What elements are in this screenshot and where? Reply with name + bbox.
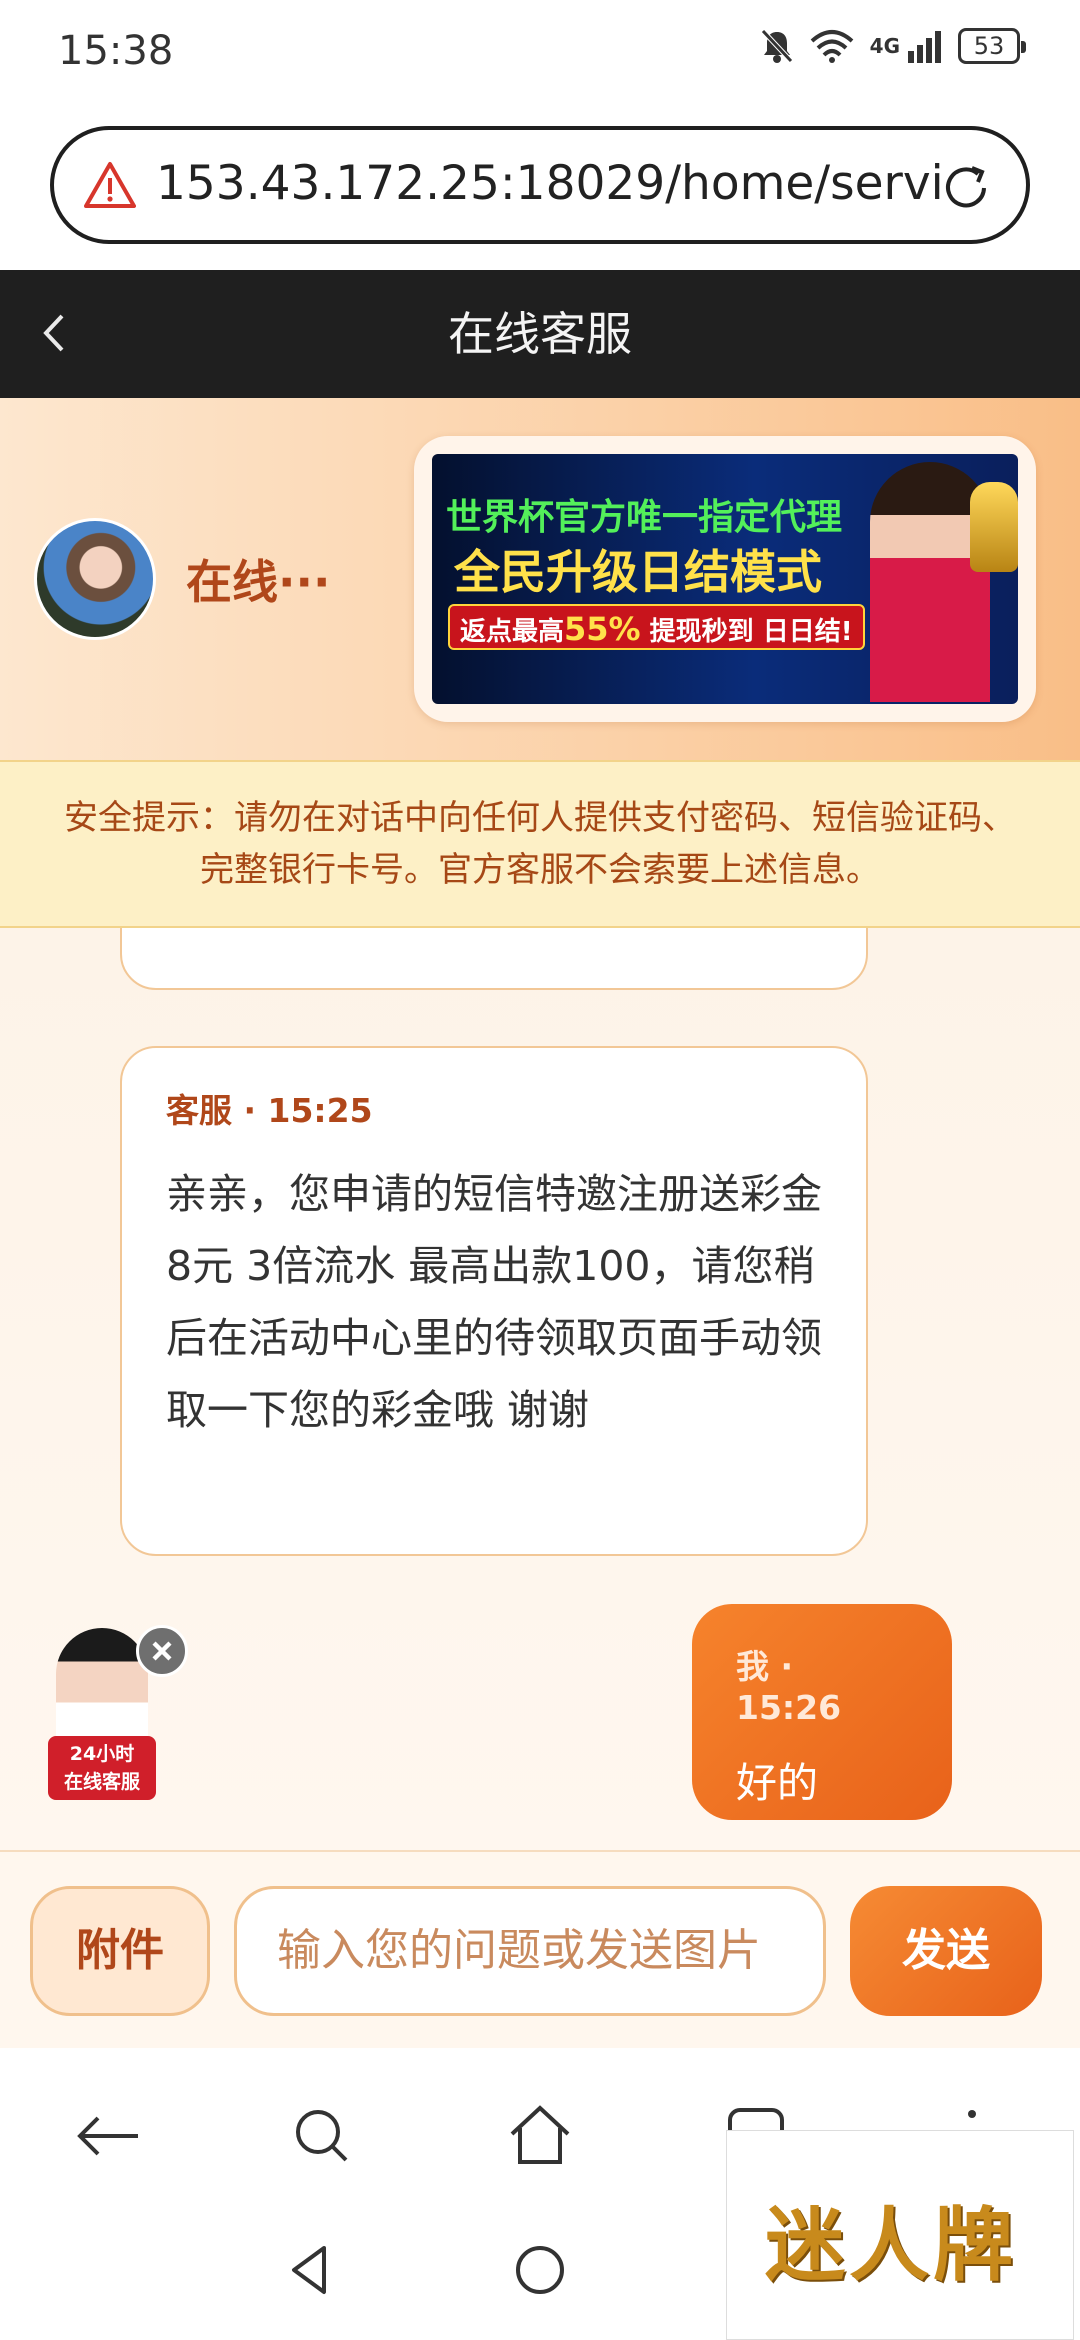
cs-widget-label[interactable]: 24小时 在线客服 xyxy=(48,1736,156,1800)
address-bar[interactable]: 153.43.172.25:18029/home/servic xyxy=(50,126,1030,244)
close-icon[interactable] xyxy=(136,1625,188,1677)
url-text[interactable]: 153.43.172.25:18029/home/servic xyxy=(156,156,946,211)
watermark-text: 迷人牌 xyxy=(765,2199,1017,2292)
warning-icon[interactable] xyxy=(84,160,136,212)
input-bar: 附件 输入您的问题或发送图片 发送 xyxy=(0,1850,1080,2048)
home-icon[interactable] xyxy=(500,2096,580,2176)
agent-avatar xyxy=(34,518,156,640)
battery-indicator: 53 xyxy=(958,28,1026,64)
bell-muted-icon xyxy=(760,29,793,63)
message-meta: 客服 · 15:25 xyxy=(166,1091,373,1130)
message-input[interactable]: 输入您的问题或发送图片 xyxy=(234,1886,826,2016)
arrow-left-icon[interactable] xyxy=(68,2096,148,2176)
cs-label-line2: 在线客服 xyxy=(63,1771,140,1793)
agent-message-bubble: 客服 · 15:25 亲亲，您申请的短信特邀注册送彩金8元 3倍流水 最高出款1… xyxy=(120,1046,868,1556)
message-meta: 我 · 15:26 xyxy=(736,1647,842,1727)
promo-line1: 世界杯官方唯一指定代理 xyxy=(446,497,843,538)
promo-line3-highlight: 55% xyxy=(564,610,641,648)
message-text: 亲亲，您申请的短信特邀注册送彩金8元 3倍流水 最高出款100，请您稍后在活动中… xyxy=(166,1170,822,1434)
circle-home-icon[interactable] xyxy=(510,2240,570,2300)
triangle-back-icon[interactable] xyxy=(280,2240,340,2300)
promo-line3-prefix: 返点最高 xyxy=(460,617,565,647)
promo-line3-suffix: 提现秒到 日日结! xyxy=(640,617,853,647)
safety-notice: 安全提示：请勿在对话中向任何人提供支付密码、短信验证码、完整银行卡号。官方客服不… xyxy=(0,760,1080,928)
promo-card[interactable]: 世界杯官方唯一指定代理 全民升级日结模式 返点最高55% 提现秒到 日日结! xyxy=(414,436,1036,722)
reload-icon[interactable] xyxy=(936,158,996,218)
promo-line2: 全民升级日结模式 xyxy=(454,545,822,599)
trophy-icon xyxy=(970,482,1018,572)
network-type: 4G xyxy=(869,34,900,58)
cs-agent-avatar[interactable] xyxy=(56,1628,148,1748)
page-title: 在线客服 xyxy=(448,307,632,361)
my-message-bubble: 我 · 15:26 好的 xyxy=(692,1604,952,1820)
status-time: 15:38 xyxy=(58,28,174,74)
agent-name: 在线··· xyxy=(186,555,331,609)
status-bar: 15:38 4G 53 xyxy=(0,0,1080,105)
signal-icon xyxy=(908,31,941,63)
wifi-icon xyxy=(810,30,853,63)
status-icons: 4G 53 xyxy=(760,28,1026,64)
previous-message-bubble xyxy=(120,928,868,990)
chevron-left-icon[interactable] xyxy=(30,308,80,358)
message-text: 好的 xyxy=(736,1759,818,1807)
promo-banner-image[interactable]: 世界杯官方唯一指定代理 全民升级日结模式 返点最高55% 提现秒到 日日结! xyxy=(432,454,1018,704)
cs-label-line1: 24小时 xyxy=(69,1743,135,1765)
app-header: 在线客服 xyxy=(0,270,1080,398)
attach-button[interactable]: 附件 xyxy=(30,1886,210,2016)
promo-line3: 返点最高55% 提现秒到 日日结! xyxy=(448,604,865,650)
search-icon[interactable] xyxy=(282,2096,362,2176)
send-button[interactable]: 发送 xyxy=(850,1886,1042,2016)
watermark: 迷人牌 xyxy=(726,2130,1074,2340)
banner-area: 在线··· 世界杯官方唯一指定代理 全民升级日结模式 返点最高55% 提现秒到 … xyxy=(0,398,1080,760)
